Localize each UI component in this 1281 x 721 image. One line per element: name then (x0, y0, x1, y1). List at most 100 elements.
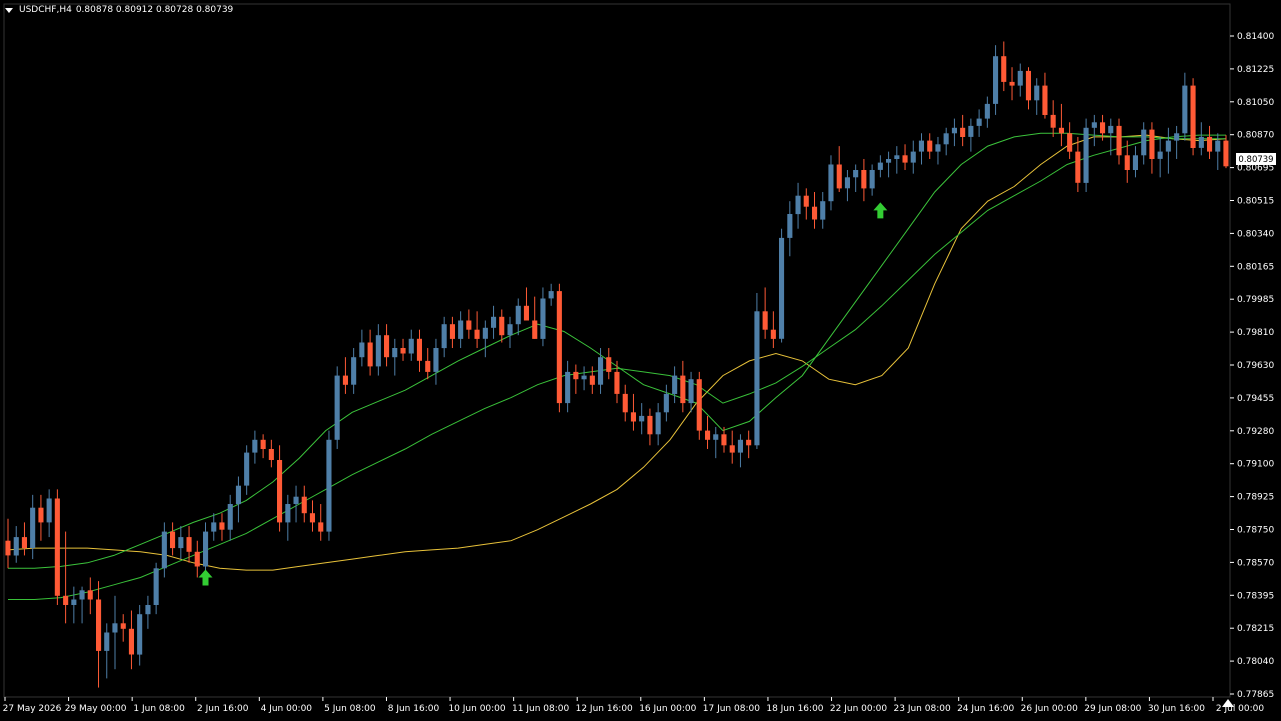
candle (984, 96, 990, 128)
candle (178, 526, 184, 560)
candle-body (828, 164, 834, 202)
candle (598, 348, 604, 394)
candle-body (869, 170, 875, 189)
candle-body (779, 237, 785, 339)
candle (507, 316, 513, 349)
candle-body (1083, 127, 1089, 183)
ma-slow-line (7, 134, 1227, 571)
candle-body (425, 360, 431, 372)
candle-body (960, 127, 966, 137)
candle-body (1157, 151, 1163, 159)
time-tick-label: 16 Jun 00:00 (639, 704, 696, 714)
candle-body (13, 537, 19, 556)
chart-canvas[interactable]: 0.814000.812250.810500.808700.806950.805… (0, 0, 1281, 721)
buy-arrow-icon (873, 202, 888, 219)
candle-body (1075, 151, 1081, 183)
time-tick-label: 27 May 2026 (3, 704, 62, 714)
candle (5, 518, 11, 569)
candle-body (507, 324, 513, 336)
time-tick-label: 1 Jun 08:00 (133, 704, 185, 714)
candle (1050, 100, 1056, 137)
candle (820, 192, 826, 229)
candle (581, 366, 587, 391)
candle-body (729, 445, 735, 453)
price-tick-label: 0.79985 (1237, 295, 1274, 305)
candle (482, 320, 488, 358)
ohlc-label: 0.80878 0.80912 0.80728 0.80739 (75, 5, 234, 15)
time-tick-label: 8 Jun 16:00 (388, 704, 440, 714)
candle (96, 581, 102, 688)
candle-body (737, 439, 743, 453)
candle (104, 623, 110, 679)
chart-shift-triangle-icon[interactable] (1222, 699, 1234, 707)
candle (853, 164, 859, 193)
candle (71, 586, 77, 624)
candle (894, 146, 900, 174)
candle-body (392, 348, 398, 358)
candle-body (713, 434, 719, 440)
candle (787, 201, 793, 257)
candle (375, 324, 381, 376)
price-tick-label: 0.81050 (1237, 98, 1274, 108)
candle-body (622, 393, 628, 413)
candle-body (976, 118, 982, 126)
dropdown-triangle-icon[interactable] (5, 7, 13, 13)
candle (1207, 125, 1213, 159)
candle (951, 118, 957, 147)
candle (277, 445, 283, 532)
price-tick-label: 0.81400 (1237, 32, 1274, 42)
candle-body (523, 305, 529, 321)
chart-window[interactable]: 0.81400 0.81225 0.81050 0.80870 0.80695 0.805… (0, 0, 1281, 721)
candle-body (5, 540, 11, 556)
candle-body (178, 537, 184, 549)
candle-body (803, 195, 809, 207)
candle-body (984, 103, 990, 119)
candle-body (244, 452, 250, 486)
candle-body (886, 159, 892, 163)
candle (902, 144, 908, 170)
candle (532, 296, 538, 339)
candle-body (54, 498, 60, 596)
candle (844, 169, 850, 202)
price-tick-label: 0.78750 (1237, 526, 1274, 536)
candle (589, 366, 595, 394)
candle (227, 494, 233, 541)
candle (680, 360, 686, 413)
candle-body (894, 155, 900, 159)
price-tick-label: 0.78395 (1237, 591, 1274, 601)
candle (1198, 122, 1204, 156)
candle (688, 371, 694, 413)
candle-body (1017, 70, 1023, 86)
candle (244, 445, 250, 495)
candle (737, 434, 743, 468)
candle-body (1141, 129, 1147, 156)
candle-body (1100, 122, 1106, 134)
price-tick-label: 0.80515 (1237, 197, 1274, 207)
candle-body (515, 305, 521, 325)
candle (491, 305, 497, 339)
candle (474, 311, 480, 349)
candle (359, 329, 365, 367)
candle-body (211, 522, 217, 532)
candles (5, 41, 1229, 688)
candle (1182, 72, 1188, 141)
candle-body (770, 329, 776, 339)
candle (1017, 63, 1023, 97)
candle-body (943, 133, 949, 145)
candle (540, 287, 546, 347)
candle (1157, 136, 1163, 178)
candle (367, 329, 373, 376)
candle-body (342, 375, 348, 385)
candle-body (1009, 81, 1015, 86)
candle-body (334, 375, 340, 440)
candle (466, 309, 472, 339)
candle-body (663, 393, 669, 413)
candle-body (762, 311, 768, 330)
candle-body (927, 140, 933, 152)
candle (186, 526, 192, 563)
candle-body (540, 298, 546, 339)
candle-body (1223, 140, 1229, 167)
candle-body (861, 170, 867, 189)
candle (203, 522, 209, 578)
candle-body (565, 371, 571, 404)
